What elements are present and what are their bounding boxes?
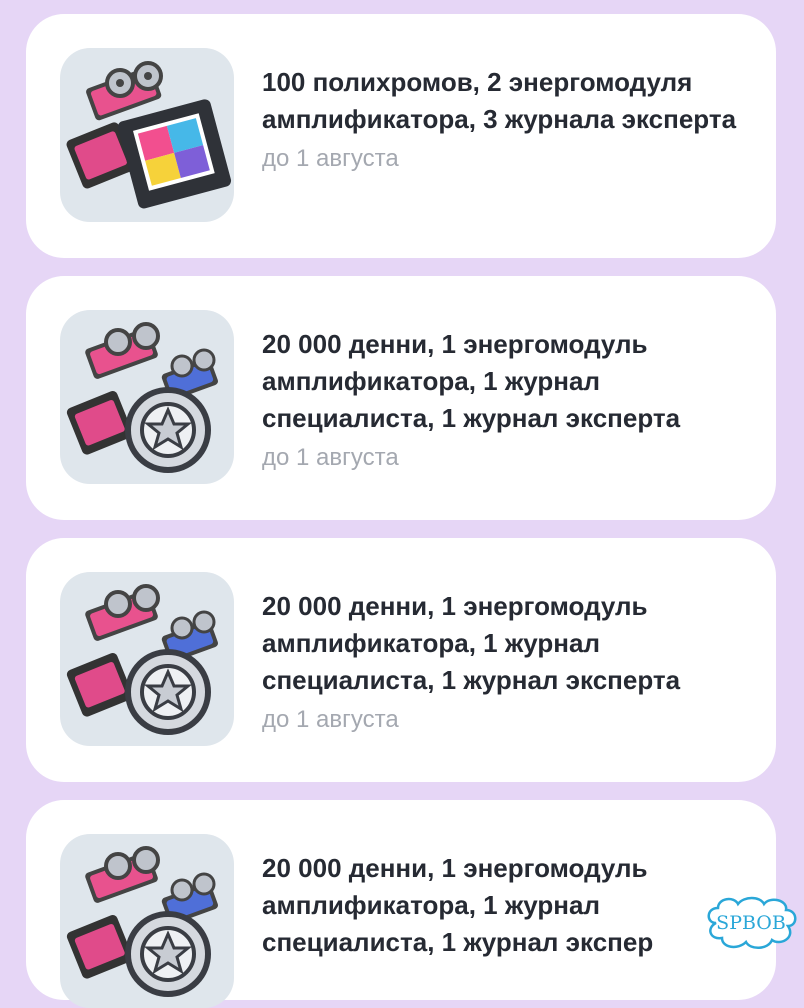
reels-and-wheel-icon [60,310,234,484]
offer-title: 20 000 денни, 1 энергомодуль амплификато… [262,591,681,695]
offer-card-3[interactable]: 20 000 денни, 1 энергомодуль амплификато… [26,538,776,782]
watermark-logo: SPBOB [702,894,800,952]
reels-and-wheel-icon [60,834,234,1008]
reels-and-wheel-icon [60,572,234,746]
film-reels-icon [60,48,234,222]
offer-title: 100 полихромов, 2 энергомодуля амплифика… [262,67,737,134]
offer-card-1[interactable]: 100 полихромов, 2 энергомодуля амплифика… [26,14,776,258]
offer-date: до 1 августа [262,706,399,733]
offer-date: до 1 августа [262,145,399,172]
offer-card-2[interactable]: 20 000 денни, 1 энергомодуль амплификато… [26,276,776,520]
offer-title: 20 000 денни, 1 энергомодуль амплификато… [262,853,654,957]
offer-card-4[interactable]: 20 000 денни, 1 энергомодуль амплификато… [26,800,776,1008]
offer-title: 20 000 денни, 1 энергомодуль амплификато… [262,329,681,433]
offer-date: до 1 августа [262,444,399,471]
watermark-text: SPBOB [716,912,786,934]
